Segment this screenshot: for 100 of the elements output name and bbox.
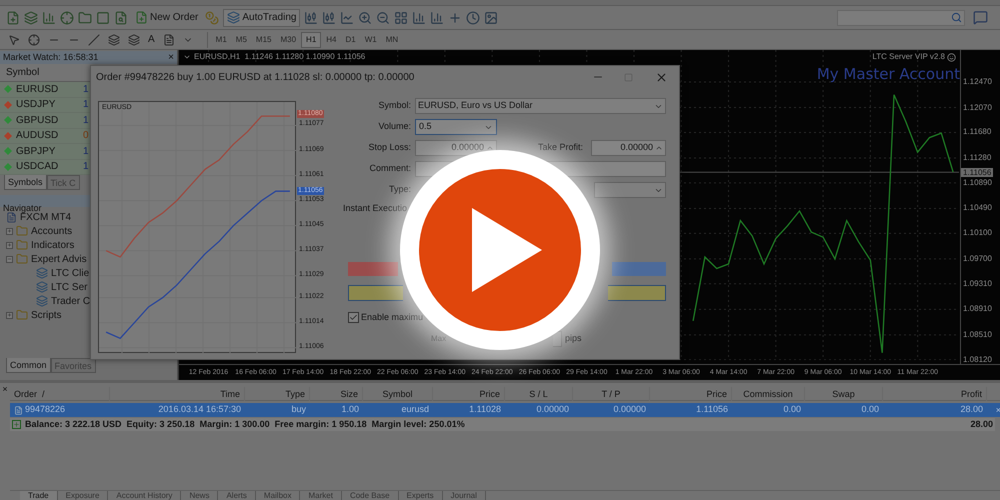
timeframe-button[interactable]: M1 <box>212 32 231 48</box>
axis-label: 1.11680 <box>962 128 992 136</box>
panel-title: Market Watch: 16:58:31 <box>3 52 98 63</box>
tab[interactable]: News <box>181 491 218 500</box>
timeframe-button[interactable]: H1 <box>301 32 322 48</box>
tab[interactable]: Exposure <box>58 491 108 500</box>
table-cell-text: 0.00 <box>861 403 879 416</box>
field-label: Symbol: <box>377 99 411 112</box>
column-header[interactable]: T / P <box>573 387 650 401</box>
stop-loss-field[interactable]: 0.00000 <box>415 140 497 156</box>
tab[interactable]: Experts <box>398 491 443 500</box>
field-label: Take Profit: <box>536 141 583 154</box>
tab[interactable]: Mailbox <box>256 491 300 500</box>
bid-price: 1 <box>83 98 89 112</box>
timeframe-button[interactable]: M15 <box>252 32 276 48</box>
symbol-name: GBPUSD <box>16 114 60 128</box>
account-label: My Master Account <box>816 64 960 85</box>
axis-label: 1.09700 <box>962 254 992 263</box>
unit-label: pips <box>565 332 582 345</box>
close-button[interactable]: × <box>996 403 1000 417</box>
table-cell-text: 99478226 <box>25 403 66 416</box>
table-row[interactable]: 99478226 2016.03.14 16:57:30 buy 1.00 eurusd 1.11028 0.00000 0.00000 1.11056 0.00 0.00 28.00 × <box>10 403 1000 417</box>
column-header[interactable]: Price <box>433 387 505 401</box>
table-cell-text: 0.00000 <box>536 403 569 416</box>
timeframe-button[interactable]: D1 <box>342 32 360 48</box>
timeframe-button[interactable]: H4 <box>322 32 341 48</box>
volume-field[interactable]: 0.5 <box>415 119 497 135</box>
bid-price: 1 <box>83 114 89 128</box>
timeframe-button[interactable]: MN <box>382 32 402 48</box>
field-label: Volume: <box>377 120 411 134</box>
symbol-name: EURUSD <box>16 82 60 97</box>
bid-price: 1 <box>83 82 89 97</box>
axis-label: 1.12470 <box>962 78 992 86</box>
execution-heading: Instant Executio <box>343 202 408 215</box>
take-profit-field[interactable]: 0.00000 <box>591 140 666 156</box>
close-button[interactable]: × <box>2 384 8 394</box>
tree-item[interactable]: LTC Clie <box>51 266 90 280</box>
column-header[interactable]: Symbol <box>363 387 433 401</box>
column-header[interactable]: Profit <box>883 387 987 401</box>
panel-title: Navigator <box>3 203 42 213</box>
tree-item[interactable]: Indicators <box>31 238 74 252</box>
axis-label: 1.10490 <box>962 204 992 212</box>
field-label: Stop Loss: <box>367 141 411 154</box>
checkbox-label: Enable maximu <box>361 310 424 324</box>
tab[interactable]: Alerts <box>218 491 256 500</box>
column-header[interactable]: Type <box>245 387 310 401</box>
timeframe-button[interactable]: W1 <box>360 32 381 48</box>
price-tag: 1.11056 <box>961 168 994 178</box>
bid-price: 1 <box>83 160 89 174</box>
autotrading-button[interactable]: AutoTrading <box>223 8 300 26</box>
timeframe-button[interactable]: M5 <box>232 32 251 48</box>
tree-item[interactable]: Trader C <box>51 294 90 308</box>
axis-label: 1.08510 <box>962 330 992 339</box>
timeframe-button[interactable]: M30 <box>276 32 300 48</box>
symbol-name: AUDUSD <box>16 129 60 144</box>
tab[interactable]: Trade <box>20 491 58 500</box>
column-header[interactable]: Commission <box>732 387 805 401</box>
new-order-button[interactable]: New Order <box>132 8 202 26</box>
column-header[interactable]: Time <box>110 387 245 401</box>
tab[interactable]: Journal <box>442 491 486 500</box>
text-tool-button[interactable]: A <box>148 32 155 47</box>
axis-label: 1.09310 <box>962 280 992 288</box>
table-cell-text: 1.11028 <box>469 403 501 416</box>
table-cell-text: 28.00 <box>960 403 983 416</box>
table-cell-text: 2016.03.14 16:57:30 <box>158 403 241 416</box>
total-profit: 28.00 <box>970 418 993 431</box>
column-header[interactable]: Order / <box>10 387 110 401</box>
bid-price: 1 <box>83 144 89 159</box>
balance-summary: Balance: 3 222.18 USD Equity: 3 250.18 Margin: 1 300.00 Free margin: 1 950.18 Margin level: 250.01% <box>25 418 466 431</box>
column-header[interactable]: Swap <box>805 387 883 401</box>
axis-label: 1.10100 <box>962 229 992 238</box>
tree-item[interactable]: Scripts <box>31 308 62 322</box>
axis-label: 1.12070 <box>962 104 992 112</box>
column-header[interactable]: Size <box>310 387 363 401</box>
tab[interactable]: Symbols <box>4 175 47 190</box>
column-header[interactable]: S / L <box>505 387 573 401</box>
table-cell-text: 0.00 <box>783 403 801 416</box>
tree-item[interactable]: LTC Ser <box>51 280 88 294</box>
axis-label: 1.11280 <box>962 154 992 162</box>
table-cell-text: buy <box>291 403 306 416</box>
symbol-name: GBPJPY <box>16 144 56 159</box>
axis-label: 1.08120 <box>962 356 992 364</box>
column-header[interactable]: Price <box>650 387 732 401</box>
expert-name: LTC Server VIP v2.8 <box>872 51 945 63</box>
table-cell-text: eurusd <box>401 403 429 416</box>
tab[interactable]: Common <box>6 358 51 373</box>
symbol-name: USDJPY <box>16 98 56 112</box>
table-cell-text: 1.00 <box>341 403 359 416</box>
tab[interactable]: Code Base <box>342 491 399 500</box>
close-button[interactable]: × <box>168 52 174 63</box>
tree-item[interactable]: Accounts <box>31 224 72 238</box>
axis-label: 1.10890 <box>962 178 992 187</box>
table-cell-text: 1.11056 <box>696 403 728 416</box>
symbol-dropdown[interactable]: EURUSD, Euro vs US Dollar <box>415 98 666 114</box>
symbol-name: USDCAD <box>16 160 60 174</box>
bid-price: 0 <box>83 129 89 144</box>
tab[interactable]: Market <box>300 491 342 500</box>
tree-item[interactable]: Expert Advis <box>31 252 87 266</box>
tab[interactable]: Account History <box>108 491 182 500</box>
table-cell-text: 0.00000 <box>613 403 646 416</box>
